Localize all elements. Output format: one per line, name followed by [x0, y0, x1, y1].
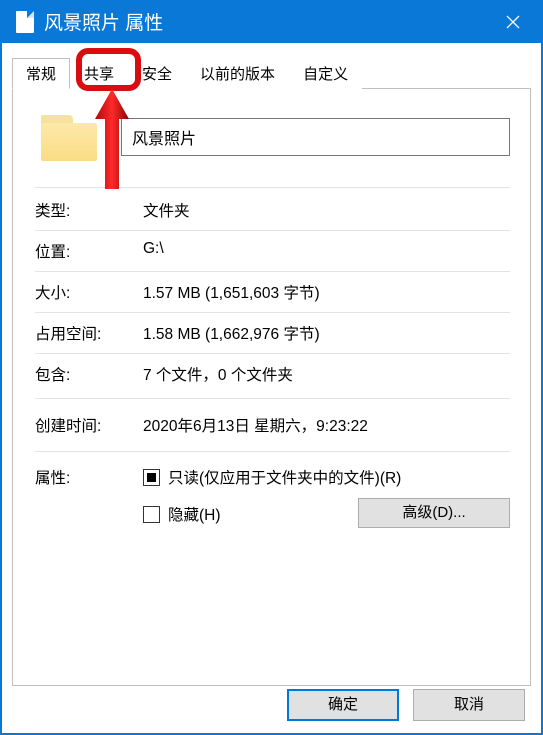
size-label: 大小: — [35, 281, 143, 303]
dialog-button-row: 确定 取消 — [287, 689, 525, 721]
readonly-label: 只读(仅应用于文件夹中的文件)(R) — [168, 466, 401, 488]
type-value: 文件夹 — [143, 199, 510, 221]
tab-previous-versions[interactable]: 以前的版本 — [186, 58, 289, 89]
folder-name-input[interactable] — [121, 118, 510, 156]
type-label: 类型: — [35, 199, 143, 221]
hidden-label: 隐藏(H) — [168, 503, 221, 525]
attributes-block: 属性: 只读(仅应用于文件夹中的文件)(R) 隐藏(H) 高级(D)... — [35, 456, 510, 528]
tab-bar: 常规 共享 安全 以前的版本 自定义 — [12, 57, 531, 88]
tab-panel-general: 类型: 文件夹 位置: G:\ 大小: 1.57 MB (1,651,603 字… — [12, 88, 531, 686]
tab-customize[interactable]: 自定义 — [289, 58, 362, 89]
hidden-checkbox[interactable] — [143, 506, 160, 523]
created-label: 创建时间: — [35, 414, 143, 436]
sizeondisk-label: 占用空间: — [35, 322, 143, 344]
sizeondisk-value: 1.58 MB (1,662,976 字节) — [143, 322, 510, 344]
window-title: 风景照片 属性 — [44, 8, 491, 35]
readonly-checkbox-row: 只读(仅应用于文件夹中的文件)(R) — [143, 466, 510, 488]
cancel-button[interactable]: 取消 — [413, 689, 525, 721]
tab-sharing[interactable]: 共享 — [70, 58, 128, 89]
row-size: 大小: 1.57 MB (1,651,603 字节) — [35, 271, 510, 312]
close-button[interactable] — [491, 2, 535, 41]
size-value: 1.57 MB (1,651,603 字节) — [143, 281, 510, 303]
ok-button[interactable]: 确定 — [287, 689, 399, 721]
readonly-checkbox[interactable] — [143, 469, 160, 486]
document-icon — [16, 11, 34, 33]
row-created: 创建时间: 2020年6月13日 星期六，9:23:22 — [35, 405, 510, 445]
contains-label: 包含: — [35, 363, 143, 385]
location-label: 位置: — [35, 240, 143, 262]
title-bar[interactable]: 风景照片 属性 — [0, 0, 543, 43]
dialog-frame: 常规 共享 安全 以前的版本 自定义 类型: 文件夹 位置: G:\ — [0, 43, 543, 735]
row-type: 类型: 文件夹 — [35, 190, 510, 230]
tab-general[interactable]: 常规 — [12, 58, 70, 89]
folder-icon — [41, 113, 99, 161]
row-location: 位置: G:\ — [35, 230, 510, 271]
location-value: G:\ — [143, 240, 510, 262]
hidden-checkbox-row: 隐藏(H) 高级(D)... — [143, 500, 510, 528]
contains-value: 7 个文件，0 个文件夹 — [143, 363, 510, 385]
attributes-label: 属性: — [35, 466, 143, 528]
row-contains: 包含: 7 个文件，0 个文件夹 — [35, 353, 510, 394]
tab-security[interactable]: 安全 — [128, 58, 186, 89]
created-value: 2020年6月13日 星期六，9:23:22 — [143, 414, 510, 436]
row-size-on-disk: 占用空间: 1.58 MB (1,662,976 字节) — [35, 312, 510, 353]
advanced-button[interactable]: 高级(D)... — [358, 498, 510, 528]
close-icon — [506, 15, 520, 29]
